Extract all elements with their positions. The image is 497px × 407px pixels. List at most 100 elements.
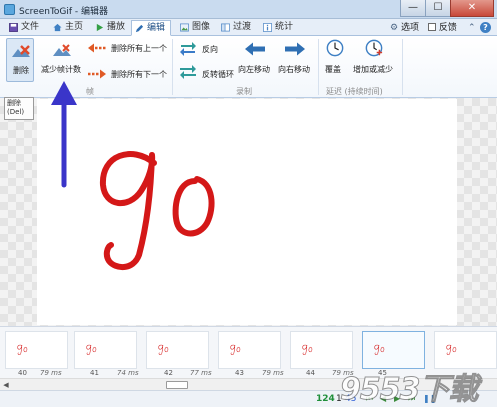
tab-file-label: 文件 — [21, 22, 40, 32]
frame-delay: 79 ms — [332, 369, 354, 377]
delete-tooltip: 删除 (Del) — [4, 97, 34, 120]
tab-home[interactable]: 主页 — [50, 20, 83, 36]
frame-number: 44 — [306, 369, 315, 377]
delete-all-previous-label: 删除所有上一个 — [111, 44, 167, 53]
save-icon — [9, 23, 18, 32]
handwritten-go-drawing — [99, 151, 215, 270]
frame-delay: 79 ms — [40, 369, 62, 377]
chevron-up-icon: ⌃ — [468, 23, 476, 33]
tooltip-shortcut: (Del) — [7, 108, 25, 116]
tab-transitions[interactable]: 过渡 — [218, 20, 251, 36]
frame-delay: 79 ms — [262, 369, 284, 377]
frame-thumbnail[interactable] — [218, 331, 281, 369]
tab-file[interactable]: 文件 — [6, 20, 39, 36]
close-button[interactable]: ✕ — [450, 0, 494, 17]
last-frame-icon[interactable]: ⏭ — [408, 394, 415, 404]
horizontal-scrollbar[interactable]: ◀ — [0, 378, 497, 390]
tab-image[interactable]: 图像 — [177, 20, 210, 36]
statistics-icon — [263, 23, 272, 32]
frame-strip: 40 79 ms 41 74 ms 42 77 ms 43 79 ms 44 7… — [0, 326, 497, 378]
frame-number: 41 — [90, 369, 99, 377]
move-left-button[interactable]: 向左移动 — [236, 38, 274, 82]
frame-number: 45 — [378, 369, 387, 377]
tab-image-label: 图像 — [192, 22, 211, 32]
move-right-button[interactable]: 向右移动 — [276, 38, 314, 82]
thumbnail-ink-icon — [446, 344, 457, 355]
frame-delay: 74 ms — [117, 369, 139, 377]
increase-decrease-delay-label: 增加或减少 — [353, 65, 393, 74]
title-bar: ScreenToGif - 编辑器 — ☐ ✕ — [0, 0, 497, 19]
frame-thumbnail[interactable] — [5, 331, 68, 369]
next-frame-icon[interactable]: ▶ — [394, 394, 400, 403]
tab-playback-label: 播放 — [107, 22, 126, 32]
reduce-frame-count-label: 减少帧计数 — [41, 65, 81, 74]
scrollbar-thumb[interactable] — [166, 381, 188, 389]
thumbnail-ink-icon — [230, 344, 241, 355]
tab-edit-label: 编辑 — [147, 23, 166, 33]
thumbnail-ink-icon — [302, 344, 313, 355]
help-button[interactable]: ? — [480, 21, 491, 35]
options-menu[interactable]: ⚙ 选项 — [390, 21, 419, 35]
frame-thumbnail[interactable] — [74, 331, 137, 369]
window-title: ScreenToGif - 编辑器 — [19, 7, 109, 17]
tab-edit[interactable]: 编辑 — [131, 20, 171, 36]
yoyo-label: 反转循环 — [202, 70, 234, 79]
thumbnail-ink-icon — [86, 344, 97, 355]
frame-thumbnail[interactable] — [434, 331, 497, 369]
status-bar: 124 1 45 ⏮ ◀ ▶ ⏭ ❚❚ — [0, 390, 497, 407]
reduce-frames-icon — [53, 44, 71, 56]
frame-number: 40 — [18, 369, 27, 377]
delete-all-next-label: 删除所有下一个 — [111, 70, 167, 79]
frame-delay: 77 ms — [190, 369, 212, 377]
help-icon: ? — [480, 22, 491, 33]
tab-statistics[interactable]: 统计 — [260, 20, 293, 36]
first-frame-icon[interactable]: ⏮ — [366, 394, 373, 404]
tab-statistics-label: 统计 — [275, 22, 294, 32]
yoyo-loop-icon — [180, 65, 196, 79]
frames-group-label: 帧 — [86, 87, 94, 96]
arrow-right-icon — [285, 42, 305, 56]
arrow-left-dashed-icon — [88, 43, 106, 53]
thumbnail-ink-icon — [158, 344, 169, 355]
edit-pencil-icon — [135, 24, 144, 33]
delete-frame-label: 删除 — [13, 66, 29, 75]
app-icon — [4, 4, 15, 15]
arrow-right-dashed-icon — [88, 69, 106, 79]
tooltip-title: 删除 — [7, 99, 21, 107]
options-gear-icon: ⚙ — [390, 23, 399, 33]
minimize-button[interactable]: — — [400, 0, 426, 17]
delete-frame-icon — [12, 45, 30, 57]
tab-home-label: 主页 — [65, 22, 84, 32]
clock-icon — [326, 39, 344, 57]
arrow-left-icon — [245, 42, 265, 56]
maximize-button[interactable]: ☐ — [425, 0, 451, 17]
previous-frame-icon[interactable]: ◀ — [380, 394, 386, 403]
scroll-left-icon[interactable]: ◀ — [1, 380, 11, 390]
feedback-checkbox-icon — [428, 23, 436, 31]
frame-thumbnail[interactable] — [290, 331, 353, 369]
menu-tab-bar: 文件 主页 播放 编辑 图像 过渡 统计 ⚙ 选项 反馈 ⌃ ? — [0, 19, 497, 36]
increase-decrease-delay-button[interactable]: 增加或减少 — [351, 38, 397, 82]
pause-icon[interactable]: ❚❚ — [423, 394, 436, 403]
override-delay-label: 覆盖 — [325, 65, 341, 74]
move-right-label: 向右移动 — [278, 65, 310, 74]
total-frame-count: 45 — [345, 394, 357, 404]
delete-frame-button[interactable]: 删除 — [6, 38, 34, 82]
canvas-drawing-text: go — [247, 103, 257, 112]
delay-group-label: 延迟 (持续时间) — [326, 87, 383, 96]
options-label: 选项 — [400, 23, 419, 33]
frame-number: 42 — [164, 369, 173, 377]
play-icon — [96, 23, 104, 32]
move-left-label: 向左移动 — [238, 65, 270, 74]
clock-plus-minus-icon — [365, 39, 383, 57]
frame-thumbnail-selected[interactable] — [362, 331, 425, 369]
group-separator — [172, 39, 173, 95]
frame-thumbnail[interactable] — [146, 331, 209, 369]
override-delay-button[interactable]: 覆盖 — [321, 38, 349, 82]
tab-playback[interactable]: 播放 — [92, 20, 125, 36]
reverse-label: 反向 — [202, 45, 218, 54]
collapse-ribbon-button[interactable]: ⌃ — [468, 21, 476, 35]
feedback-menu[interactable]: 反馈 — [428, 21, 457, 35]
home-icon — [53, 23, 62, 32]
frame-canvas[interactable]: go — [37, 99, 457, 325]
